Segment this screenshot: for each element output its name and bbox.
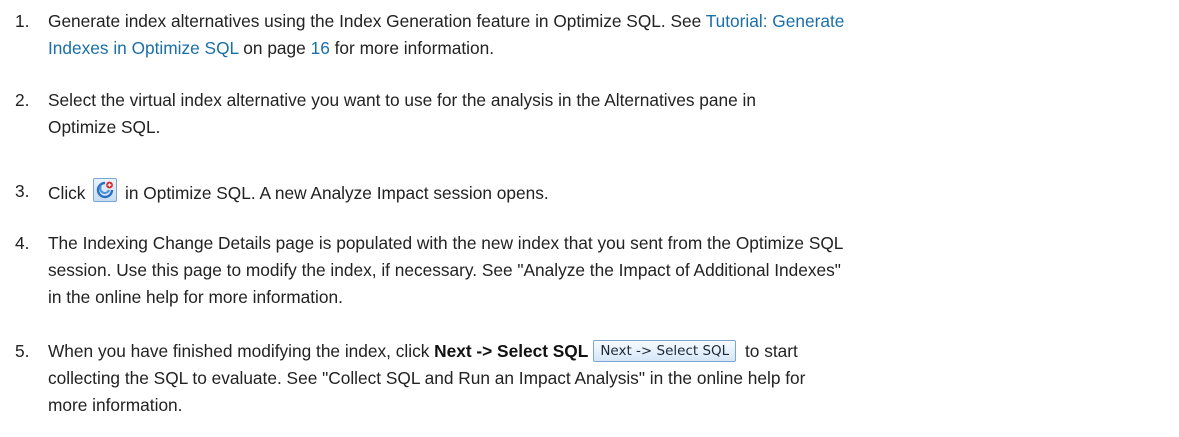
step-text: session. Use this page to modify the ind… (48, 260, 841, 280)
tutorial-link-continued[interactable]: Indexes in Optimize SQL (48, 38, 239, 58)
step-text: Optimize SQL. (48, 117, 161, 137)
step-text: to start (740, 341, 798, 361)
next-select-sql-button[interactable]: Next -> Select SQL (593, 340, 737, 362)
step-text: collecting the SQL to evaluate. See "Col… (48, 368, 806, 388)
document: 1. Generate index alternatives using the… (0, 0, 1179, 437)
bold-command-label: Next -> Select SQL (434, 341, 589, 361)
analyze-impact-icon[interactable] (93, 178, 118, 202)
step-text: The Indexing Change Details page is popu… (48, 233, 844, 253)
step-text: in Optimize SQL. A new Analyze Impact se… (120, 183, 549, 203)
step-number: 3. (15, 181, 30, 201)
step-number: 2. (15, 90, 30, 110)
step-text: on page (238, 38, 311, 58)
step-number: 1. (15, 11, 30, 31)
step-number: 4. (15, 233, 30, 253)
step-text: Generate index alternatives using the In… (48, 11, 706, 31)
step-text: in the online help for more information. (48, 287, 343, 307)
step-text: more information. (48, 395, 183, 415)
step-number: 5. (15, 341, 30, 361)
step-text: Select the virtual index alternative you… (48, 90, 756, 110)
page-link[interactable]: 16 (311, 38, 330, 58)
tutorial-link[interactable]: Tutorial: Generate (706, 11, 845, 31)
step-text: Click (48, 183, 91, 203)
step-text: for more information. (329, 38, 495, 58)
step-text: When you have finished modifying the ind… (48, 341, 435, 361)
